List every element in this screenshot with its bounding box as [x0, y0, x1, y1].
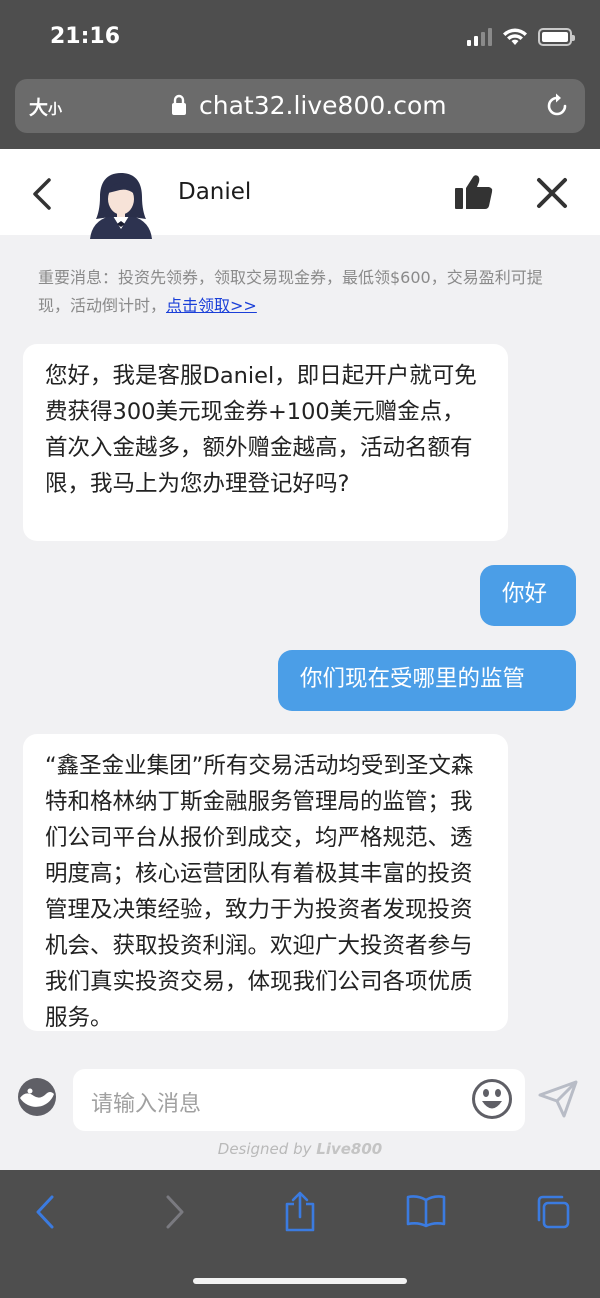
address-bar[interactable]: 大小 chat32.live800.com — [15, 79, 585, 133]
share-icon[interactable] — [284, 1190, 316, 1232]
tabs-icon[interactable] — [535, 1194, 571, 1230]
url-text[interactable]: chat32.live800.com — [199, 91, 447, 120]
user-message: 你们现在受哪里的监管 — [278, 650, 576, 711]
cellular-signal-icon — [467, 28, 492, 46]
designed-by-label: Designed by — [217, 1140, 312, 1158]
chat-input-row: 请输入消息 — [0, 1066, 600, 1132]
close-icon[interactable] — [536, 177, 568, 209]
thumbs-up-icon[interactable] — [454, 173, 494, 211]
designed-by-footer: Designed by Live800 — [0, 1140, 600, 1158]
browser-forward-icon[interactable] — [164, 1194, 186, 1230]
bookmarks-icon[interactable] — [406, 1194, 446, 1228]
agent-name: Daniel — [178, 179, 252, 205]
reload-icon[interactable] — [543, 92, 571, 120]
notice-link[interactable]: 点击领取>> — [166, 296, 257, 315]
status-time: 21:16 — [50, 24, 121, 49]
notice-text: 重要消息：投资先领券，领取交易现金券，最低领$600，交易盈利可提现，活动倒计时… — [38, 268, 543, 315]
wifi-icon — [503, 28, 527, 45]
user-message: 你好 — [480, 565, 576, 626]
mode-toggle-icon[interactable] — [16, 1076, 58, 1118]
message-input[interactable]: 请输入消息 — [73, 1069, 525, 1131]
agent-message: 您好，我是客服Daniel，即日起开户就可免费获得300美元现金券+100美元赠… — [23, 344, 508, 541]
text-size-button[interactable]: 大小 — [29, 93, 62, 120]
message-input-placeholder: 请输入消息 — [91, 1092, 202, 1117]
notice-banner: 重要消息：投资先领券，领取交易现金券，最低领$600，交易盈利可提现，活动倒计时… — [38, 264, 568, 320]
chevron-left-icon[interactable] — [30, 177, 54, 211]
browser-back-icon[interactable] — [34, 1194, 56, 1230]
brand-logo-text: Live800 — [316, 1140, 383, 1158]
send-icon[interactable] — [538, 1080, 578, 1118]
text-size-label: 大 — [29, 97, 49, 119]
lock-icon — [172, 94, 186, 115]
status-icons — [467, 27, 575, 47]
browser-top-chrome: 21:16 大小 chat32.live800.com — [0, 0, 600, 149]
avatar — [90, 173, 152, 239]
chat-header: Daniel — [0, 149, 600, 239]
battery-icon — [538, 28, 575, 46]
emoji-icon[interactable] — [471, 1078, 513, 1120]
text-size-small-label: 小 — [48, 102, 63, 118]
home-indicator — [193, 1278, 407, 1284]
agent-message: “鑫圣金业集团”所有交易活动均受到圣文森特和格林纳丁斯金融服务管理局的监管；我们… — [23, 734, 508, 1031]
